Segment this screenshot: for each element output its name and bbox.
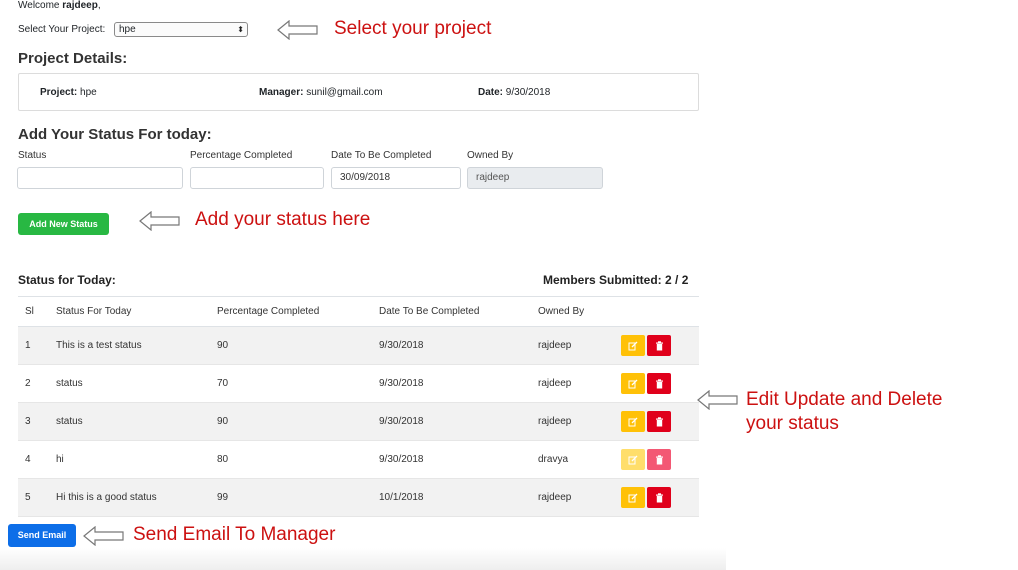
annotation-add-status: Add your status here <box>195 209 371 230</box>
row-sl: 1 <box>25 340 31 351</box>
delete-button[interactable] <box>647 335 671 356</box>
delete-button[interactable] <box>647 373 671 394</box>
status-today-heading: Status for Today: <box>18 273 116 287</box>
col-sl: Sl <box>25 306 34 317</box>
row-owner: dravya <box>538 454 569 465</box>
table-row: 2 status 70 9/30/2018 rajdeep <box>18 365 699 403</box>
row-date: 9/30/2018 <box>379 454 424 465</box>
left-arrow-icon <box>277 20 318 40</box>
project-select-label: Select Your Project: <box>18 24 106 35</box>
row-date: 9/30/2018 <box>379 378 424 389</box>
members-submitted: Members Submitted: 2 / 2 <box>543 273 689 287</box>
detail-date: Date: 9/30/2018 <box>478 87 551 98</box>
detail-project: Project: hpe <box>40 87 97 98</box>
row-owner: rajdeep <box>538 378 572 389</box>
edit-icon <box>628 341 638 350</box>
date-input[interactable]: 30/09/2018 <box>331 167 461 189</box>
edit-icon <box>628 417 638 426</box>
col-percentage: Percentage Completed <box>217 306 320 317</box>
percentage-label: Percentage Completed <box>190 150 293 161</box>
edit-button[interactable] <box>621 373 645 394</box>
detail-manager: Manager: sunil@gmail.com <box>259 87 383 98</box>
send-email-button[interactable]: Send Email <box>8 524 76 547</box>
status-table: Sl Status For Today Percentage Completed… <box>18 296 699 517</box>
edit-button[interactable] <box>621 335 645 356</box>
edit-button[interactable] <box>621 487 645 508</box>
annotation-edit-delete-line1: Edit Update and Delete <box>746 389 943 410</box>
username: rajdeep <box>62 0 98 11</box>
row-status: This is a test status <box>56 340 142 351</box>
add-new-status-button[interactable]: Add New Status <box>18 213 109 235</box>
row-percentage: 80 <box>217 454 229 465</box>
trash-icon <box>655 340 663 350</box>
add-status-heading: Add Your Status For today: <box>18 126 212 143</box>
col-owner: Owned By <box>538 306 585 317</box>
owner-field: rajdeep <box>467 167 603 189</box>
trash-icon <box>655 416 663 426</box>
row-percentage: 70 <box>217 378 229 389</box>
edit-button[interactable] <box>621 411 645 432</box>
row-percentage: 90 <box>217 416 229 427</box>
table-header: Sl Status For Today Percentage Completed… <box>18 296 699 327</box>
project-details-box: Project: hpe Manager: sunil@gmail.com Da… <box>18 73 699 111</box>
row-date: 9/30/2018 <box>379 340 424 351</box>
delete-button[interactable] <box>647 487 671 508</box>
row-status: status <box>56 378 83 389</box>
row-percentage: 99 <box>217 492 229 503</box>
delete-button[interactable] <box>647 411 671 432</box>
table-row: 3 status 90 9/30/2018 rajdeep <box>18 403 699 441</box>
owner-label: Owned By <box>467 150 514 161</box>
col-date: Date To Be Completed <box>379 306 480 317</box>
annotation-send-email: Send Email To Manager <box>133 524 336 545</box>
table-row: 1 This is a test status 90 9/30/2018 raj… <box>18 327 699 365</box>
date-label: Date To Be Completed <box>331 150 432 161</box>
row-status: status <box>56 416 83 427</box>
bottom-shadow <box>0 548 726 570</box>
annotation-edit-delete-line2: your status <box>746 413 839 434</box>
trash-icon <box>655 454 663 464</box>
edit-icon <box>628 379 638 388</box>
row-sl: 5 <box>25 492 31 503</box>
table-row: 5 Hi this is a good status 99 10/1/2018 … <box>18 479 699 517</box>
row-owner: rajdeep <box>538 340 572 351</box>
status-input[interactable] <box>17 167 183 189</box>
status-label: Status <box>18 150 47 161</box>
project-select-value: hpe <box>119 24 136 35</box>
delete-button-disabled <box>647 449 671 470</box>
row-sl: 2 <box>25 378 31 389</box>
trash-icon <box>655 378 663 388</box>
table-row: 4 hi 80 9/30/2018 dravya <box>18 441 699 479</box>
welcome-text: Welcome rajdeep, <box>18 0 101 11</box>
row-percentage: 90 <box>217 340 229 351</box>
row-date: 9/30/2018 <box>379 416 424 427</box>
left-arrow-icon <box>697 390 738 410</box>
row-sl: 4 <box>25 454 31 465</box>
row-owner: rajdeep <box>538 492 572 503</box>
row-sl: 3 <box>25 416 31 427</box>
project-select[interactable]: hpe ⬍ <box>114 22 248 37</box>
edit-icon <box>628 493 638 502</box>
annotation-select-project: Select your project <box>334 18 492 39</box>
select-caret-icon: ⬍ <box>237 25 244 34</box>
left-arrow-icon <box>83 526 124 546</box>
left-arrow-icon <box>139 211 180 231</box>
edit-icon <box>628 455 638 464</box>
row-status: hi <box>56 454 64 465</box>
row-status: Hi this is a good status <box>56 492 157 503</box>
edit-button-disabled <box>621 449 645 470</box>
row-owner: rajdeep <box>538 416 572 427</box>
percentage-input[interactable] <box>190 167 324 189</box>
row-date: 10/1/2018 <box>379 492 424 503</box>
project-details-heading: Project Details: <box>18 50 128 67</box>
trash-icon <box>655 492 663 502</box>
col-status: Status For Today <box>56 306 132 317</box>
